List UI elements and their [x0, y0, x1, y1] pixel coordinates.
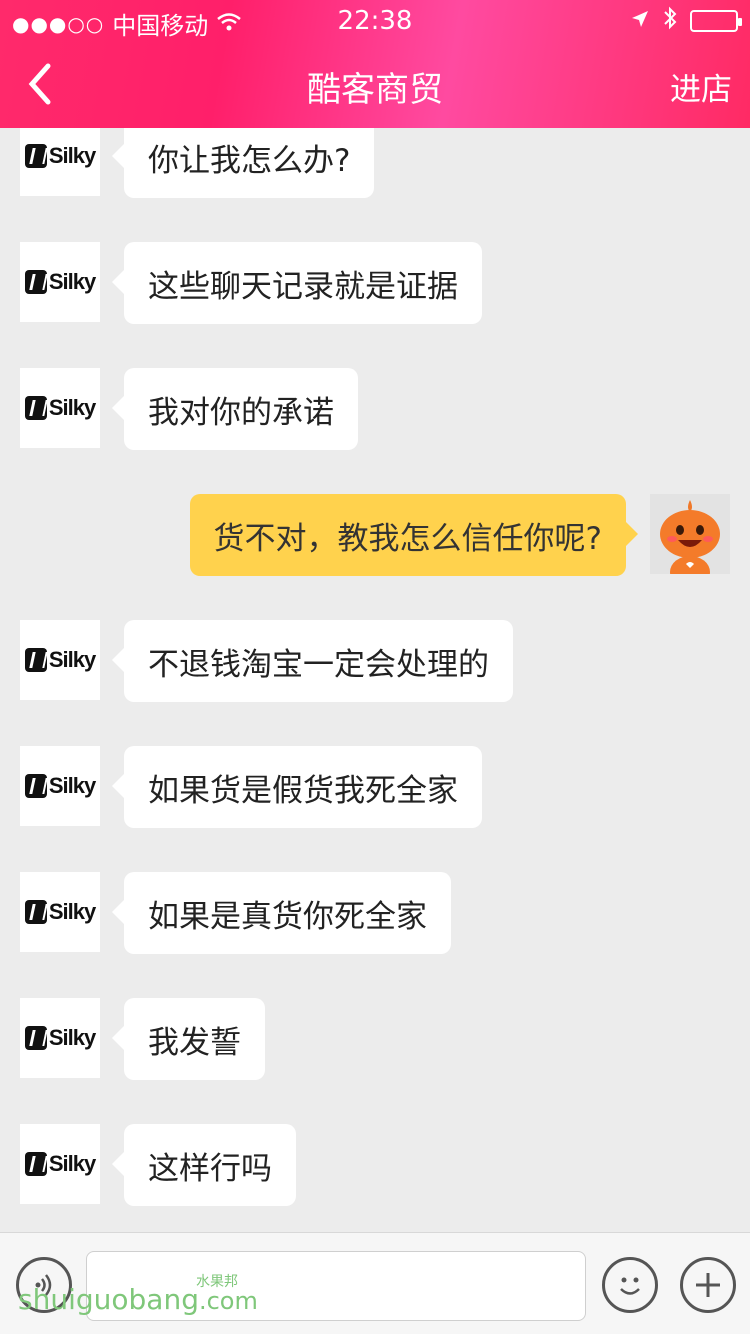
silky-logo-icon: [24, 270, 47, 294]
emoji-icon[interactable]: [602, 1257, 658, 1313]
input-bar: shuiguobang.com 水果邦: [0, 1232, 750, 1334]
silky-logo-icon: [24, 1026, 47, 1050]
message-row: Silky 这些聊天记录就是证据: [0, 242, 750, 326]
message-row-self: 货不对，教我怎么信任你呢?: [0, 494, 750, 578]
location-arrow-icon: [630, 7, 650, 35]
shop-avatar[interactable]: Silky: [20, 872, 100, 952]
shop-avatar[interactable]: Silky: [20, 368, 100, 448]
battery-icon: [690, 10, 742, 32]
message-bubble[interactable]: 我发誓: [112, 998, 265, 1080]
message-row: Silky 我对你的承诺: [0, 368, 750, 452]
shop-avatar[interactable]: Silky: [20, 128, 100, 196]
message-bubble[interactable]: 如果货是假货我死全家: [112, 746, 482, 828]
shop-avatar[interactable]: Silky: [20, 1124, 100, 1204]
shop-avatar[interactable]: Silky: [20, 242, 100, 322]
message-bubble[interactable]: 如果是真货你死全家: [112, 872, 451, 954]
silky-logo-icon: [24, 144, 47, 168]
silky-logo-icon: [24, 1152, 47, 1176]
silky-logo-icon: [24, 396, 47, 420]
message-row: Silky 这样行吗: [0, 1124, 750, 1208]
message-row: Silky 你让我怎么办?: [0, 128, 750, 200]
silky-logo-icon: [24, 900, 47, 924]
message-bubble-self[interactable]: 货不对，教我怎么信任你呢?: [189, 494, 639, 576]
shop-avatar[interactable]: Silky: [20, 620, 100, 700]
page-title: 酷客商贸: [307, 70, 443, 110]
message-bubble[interactable]: 不退钱淘宝一定会处理的: [112, 620, 513, 702]
message-bubble[interactable]: 这些聊天记录就是证据: [112, 242, 482, 324]
message-row: Silky 不退钱淘宝一定会处理的: [0, 620, 750, 704]
message-bubble[interactable]: 你让我怎么办?: [111, 128, 375, 198]
shop-avatar[interactable]: Silky: [20, 998, 100, 1078]
user-avatar[interactable]: [650, 494, 730, 574]
message-bubble[interactable]: 我对你的承诺: [112, 368, 358, 450]
message-row: Silky 我发誓: [0, 998, 750, 1082]
watermark: shuiguobang.com 水果邦: [18, 1274, 258, 1316]
silky-logo-icon: [24, 774, 47, 798]
silky-logo-icon: [24, 648, 47, 672]
status-bar: ●●●○○ 中国移动 22:38: [0, 0, 750, 40]
plus-icon[interactable]: [680, 1257, 736, 1313]
message-bubble[interactable]: 这样行吗: [112, 1124, 296, 1206]
header: ●●●○○ 中国移动 22:38 酷客商贸 进店: [0, 0, 750, 128]
message-row: Silky 如果是真货你死全家: [0, 872, 750, 956]
cartoon-mascot-icon: [660, 500, 720, 574]
bluetooth-icon: [662, 6, 678, 36]
enter-shop-button[interactable]: 进店: [670, 64, 732, 109]
shop-avatar[interactable]: Silky: [20, 746, 100, 826]
chat-list[interactable]: Silky 你让我怎么办? Silky 这些聊天记录就是证据 Silky 我对你…: [0, 128, 750, 1232]
nav-bar: 酷客商贸 进店: [0, 40, 750, 128]
message-row: Silky 如果货是假货我死全家: [0, 746, 750, 830]
